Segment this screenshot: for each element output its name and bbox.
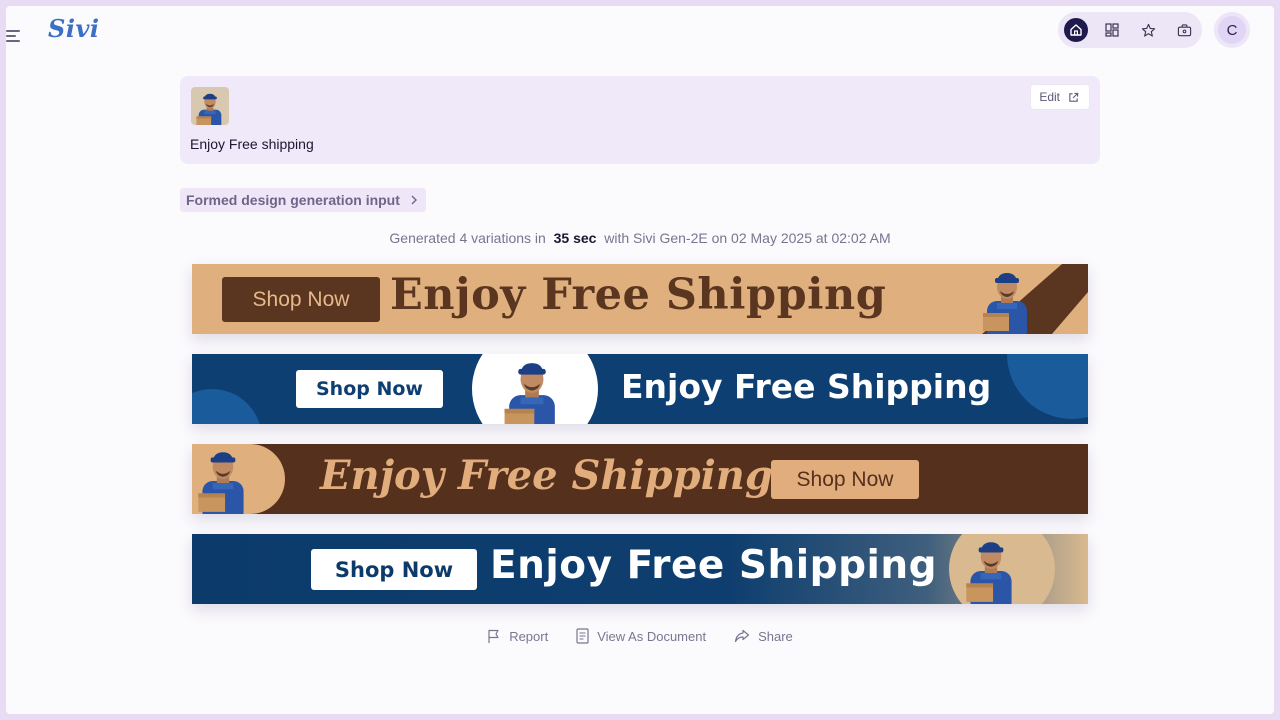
banner-headline: Enjoy Free Shipping bbox=[320, 452, 773, 499]
design-variation-1[interactable]: Shop Now Enjoy Free Shipping bbox=[192, 264, 1088, 334]
design-variation-2[interactable]: Shop Now Enjoy Free Shipping bbox=[192, 354, 1088, 424]
menu-line bbox=[6, 40, 20, 42]
reference-image-thumbnail[interactable] bbox=[191, 87, 229, 125]
banner-headline: Enjoy Free Shipping bbox=[390, 270, 887, 320]
templates-nav-button[interactable] bbox=[1100, 18, 1124, 42]
menu-toggle-button[interactable] bbox=[6, 16, 32, 56]
design-variation-3[interactable]: Enjoy Free Shipping Shop Now bbox=[192, 444, 1088, 514]
avatar-initial: C bbox=[1218, 16, 1246, 44]
prompt-text: Enjoy Free shipping bbox=[190, 136, 314, 152]
banner-headline: Enjoy Free Shipping bbox=[490, 543, 938, 588]
edit-label: Edit bbox=[1039, 90, 1060, 104]
share-label: Share bbox=[758, 628, 793, 644]
top-nav bbox=[1058, 12, 1202, 48]
report-button[interactable]: Report bbox=[487, 626, 548, 646]
report-label: Report bbox=[509, 628, 549, 644]
home-icon bbox=[1070, 24, 1082, 36]
document-icon bbox=[576, 628, 589, 644]
grid-icon bbox=[1105, 23, 1119, 37]
prompt-card: Enjoy Free shipping Edit bbox=[180, 76, 1100, 164]
shop-now-button[interactable]: Shop Now bbox=[222, 277, 380, 322]
star-icon bbox=[1141, 23, 1155, 37]
edit-button[interactable]: Edit bbox=[1030, 84, 1090, 110]
share-button[interactable]: Share bbox=[734, 626, 793, 646]
shop-now-button[interactable]: Shop Now bbox=[771, 460, 919, 499]
cta-label: Shop Now bbox=[316, 378, 423, 400]
chevron-right-icon bbox=[411, 195, 417, 205]
generation-info: Generated 4 variations in 35 sec with Si… bbox=[6, 230, 1274, 246]
favorites-nav-button[interactable] bbox=[1136, 18, 1160, 42]
design-variation-4[interactable]: Shop Now Enjoy Free Shipping bbox=[192, 534, 1088, 604]
brand-kit-nav-button[interactable] bbox=[1172, 18, 1196, 42]
generation-prefix: Generated 4 variations in bbox=[389, 230, 546, 246]
menu-line bbox=[6, 30, 20, 32]
cta-label: Shop Now bbox=[334, 557, 454, 582]
share-icon bbox=[734, 629, 750, 643]
formed-input-label: Formed design generation input bbox=[186, 192, 400, 208]
view-as-document-button[interactable]: View As Document bbox=[576, 626, 706, 646]
home-nav-button[interactable] bbox=[1064, 18, 1088, 42]
banner-headline: Enjoy Free Shipping bbox=[621, 367, 992, 406]
shop-now-button[interactable]: Shop Now bbox=[296, 370, 443, 408]
user-avatar[interactable]: C bbox=[1214, 12, 1250, 48]
menu-line bbox=[6, 35, 16, 37]
briefcase-icon bbox=[1177, 23, 1191, 36]
result-actions: Report View As Document Share bbox=[6, 626, 1274, 646]
app-logo[interactable]: Sivi bbox=[48, 14, 100, 43]
external-link-icon bbox=[1069, 92, 1079, 102]
generation-suffix: with Sivi Gen-2E on 02 May 2025 at 02:02… bbox=[604, 230, 891, 246]
flag-icon bbox=[488, 629, 499, 643]
shop-now-button[interactable]: Shop Now bbox=[311, 549, 477, 590]
formed-input-toggle[interactable]: Formed design generation input bbox=[180, 188, 426, 212]
generation-duration: 35 sec bbox=[553, 230, 597, 246]
app-window: Sivi C Enjoy Free shipping Edit Formed d… bbox=[6, 6, 1274, 714]
cta-label: Shop Now bbox=[796, 467, 894, 491]
cta-label: Shop Now bbox=[252, 287, 350, 311]
view-as-document-label: View As Document bbox=[597, 628, 707, 644]
